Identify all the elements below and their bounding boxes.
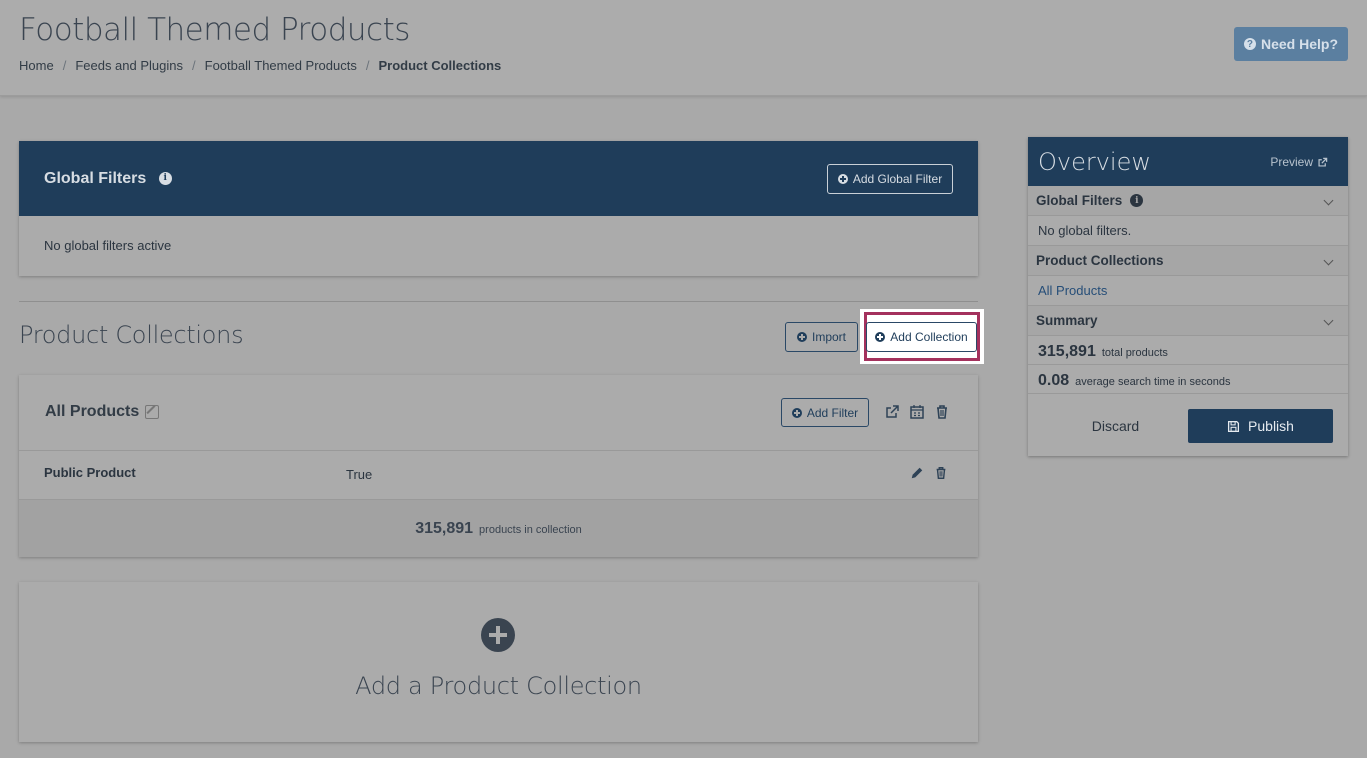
- summary-total: 315,891 total products: [1028, 336, 1348, 365]
- trash-icon[interactable]: [934, 404, 950, 420]
- add-filter-button[interactable]: Add Filter: [781, 398, 869, 427]
- filter-value: True: [346, 467, 373, 482]
- add-filter-label: Add Filter: [806, 405, 859, 420]
- add-product-collection-card[interactable]: Add a Product Collection: [19, 582, 978, 742]
- breadcrumb-separator: /: [365, 58, 370, 73]
- discard-button[interactable]: Discard: [1057, 409, 1174, 443]
- filter-row: Public Product True: [19, 452, 978, 500]
- summary-avg: 0.08 average search time in seconds: [1028, 365, 1348, 394]
- overview-section-product-collections[interactable]: Product Collections: [1028, 246, 1348, 276]
- section-title: Product Collections: [1036, 253, 1164, 268]
- breadcrumb-separator: /: [62, 58, 67, 73]
- chevron-down-icon: [1323, 195, 1334, 206]
- info-icon[interactable]: i: [158, 171, 172, 185]
- overview-section-global-filters[interactable]: Global Filters i: [1028, 186, 1348, 216]
- section-title: Summary: [1036, 313, 1098, 328]
- overview-collection-item: All Products: [1028, 276, 1348, 306]
- need-help-button[interactable]: ? Need Help?: [1234, 27, 1348, 61]
- collection-card-header: All Products Add Filter: [19, 375, 978, 451]
- global-filters-title: Global Filters i: [44, 170, 172, 188]
- page-title: Football Themed Products: [19, 12, 410, 48]
- pencil-icon[interactable]: [910, 466, 924, 480]
- overview-title: Overview: [1038, 148, 1151, 176]
- breadcrumb: Home / Feeds and Plugins / Football Them…: [19, 58, 501, 73]
- add-global-filter-label: Add Global Filter: [852, 172, 943, 186]
- summary-avg-label: average search time in seconds: [1075, 376, 1231, 388]
- breadcrumb-football-themed-products[interactable]: Football Themed Products: [205, 58, 357, 73]
- need-help-label: Need Help?: [1260, 36, 1338, 52]
- section-divider: [19, 301, 978, 302]
- plus-circle-icon: [791, 407, 802, 418]
- summary-total-value: 315,891: [1038, 343, 1096, 360]
- summary-avg-value: 0.08: [1038, 372, 1070, 389]
- breadcrumb-feeds-and-plugins[interactable]: Feeds and Plugins: [75, 58, 183, 73]
- collection-name-text: All Products: [45, 403, 140, 420]
- calendar-icon[interactable]: [909, 404, 925, 420]
- overview-header: Overview Preview: [1028, 137, 1348, 186]
- publish-button[interactable]: Publish: [1188, 409, 1333, 443]
- plus-circle-icon: [796, 332, 807, 342]
- global-filters-title-text: Global Filters: [44, 169, 147, 187]
- summary-total-label: total products: [1101, 347, 1168, 359]
- trash-icon[interactable]: [934, 466, 948, 480]
- collection-footer: 315,891 products in collection: [19, 500, 978, 557]
- chevron-down-icon: [1323, 255, 1334, 266]
- all-products-link[interactable]: All Products: [1038, 283, 1107, 298]
- global-filters-empty-text: No global filters active: [44, 238, 172, 253]
- add-collection-button[interactable]: Add Collection: [866, 322, 977, 352]
- global-filters-panel: Global Filters i Add Global Filter No gl…: [19, 141, 978, 276]
- preview-label: Preview: [1270, 155, 1313, 169]
- page-header: Football Themed Products Home / Feeds an…: [0, 0, 1367, 96]
- overview-panel: Overview Preview Global Filters i No glo…: [1028, 137, 1348, 456]
- overview-global-filters-text: No global filters.: [1028, 216, 1348, 246]
- collection-count-label: products in collection: [479, 524, 582, 536]
- question-icon: ?: [1243, 38, 1256, 50]
- breadcrumb-current: Product Collections: [378, 58, 502, 73]
- edit-name-icon[interactable]: [145, 405, 160, 419]
- import-label: Import: [811, 330, 846, 344]
- filter-field: Public Product: [44, 465, 136, 480]
- import-button[interactable]: Import: [785, 322, 858, 352]
- add-global-filter-button[interactable]: Add Global Filter: [827, 164, 953, 194]
- plus-circle-icon: [875, 332, 886, 342]
- info-icon[interactable]: i: [1130, 194, 1144, 207]
- breadcrumb-home[interactable]: Home: [19, 58, 54, 73]
- global-filters-header: Global Filters i Add Global Filter: [19, 141, 978, 216]
- collection-count: 315,891: [415, 519, 474, 537]
- breadcrumb-separator: /: [192, 58, 196, 73]
- save-icon: [1228, 420, 1240, 432]
- overview-section-summary[interactable]: Summary: [1028, 306, 1348, 336]
- plus-circle-icon: [837, 174, 848, 184]
- product-collections-title: Product Collections: [19, 321, 244, 349]
- plus-circle-icon: [481, 618, 515, 652]
- collection-name: All Products: [45, 403, 160, 421]
- preview-link[interactable]: Preview: [1270, 155, 1328, 169]
- add-collection-label: Add Collection: [890, 330, 968, 344]
- collection-card: All Products Add Filter Public Product T…: [19, 375, 978, 557]
- section-title: Global Filters: [1036, 193, 1123, 208]
- external-link-icon: [1318, 157, 1328, 167]
- add-product-collection-label: Add a Product Collection: [355, 672, 642, 700]
- chevron-down-icon: [1323, 315, 1334, 326]
- external-link-icon[interactable]: [884, 404, 900, 420]
- publish-label: Publish: [1248, 418, 1294, 434]
